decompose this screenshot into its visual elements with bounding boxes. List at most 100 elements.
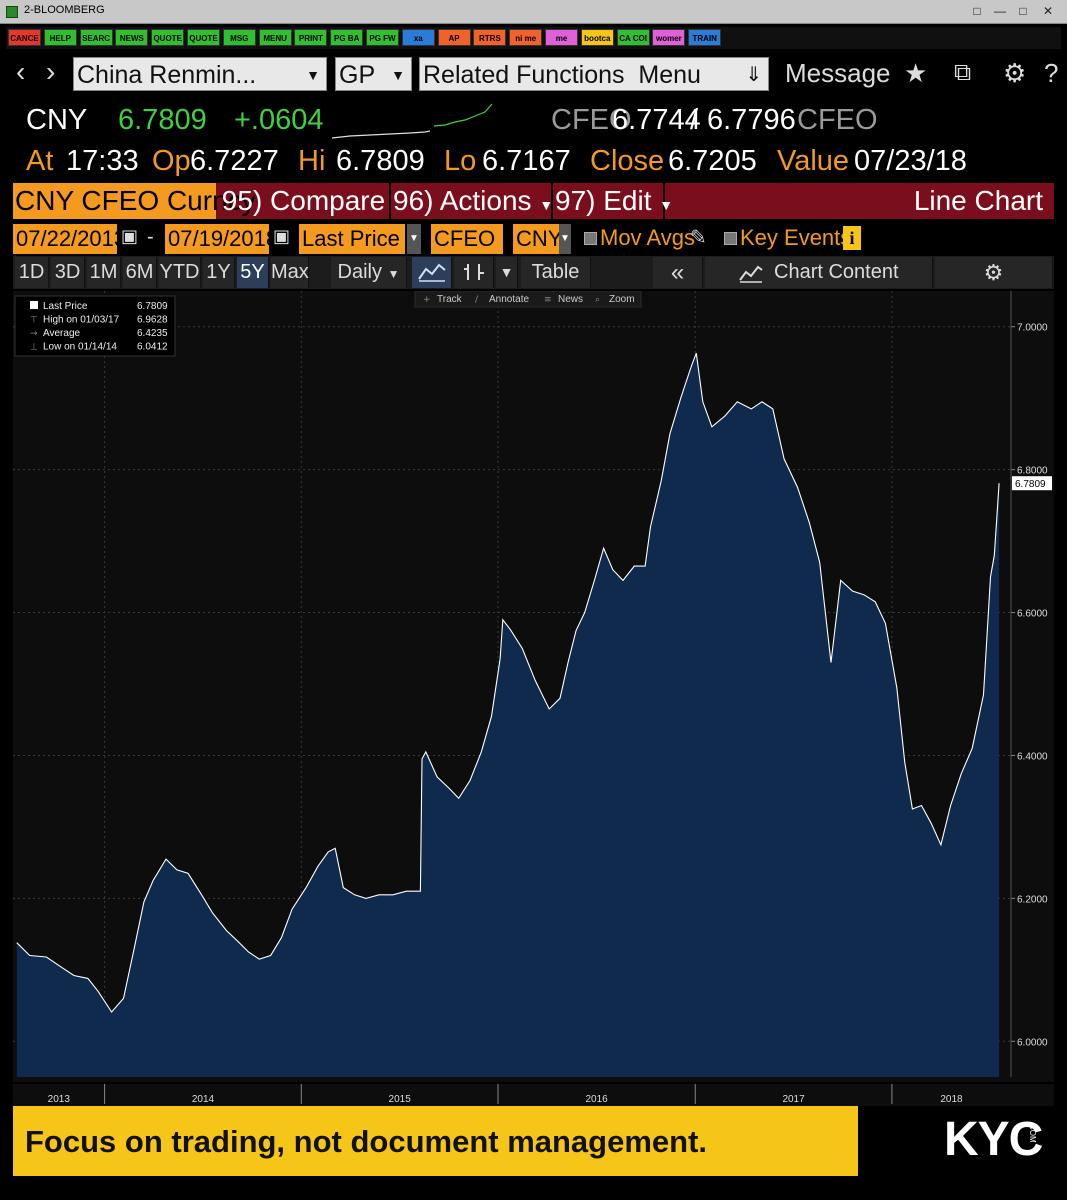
chart-tool-track[interactable]: Track: [437, 294, 463, 305]
maximize-icon[interactable]: □: [1013, 2, 1033, 20]
low-label: Lo: [444, 145, 477, 177]
mov-avgs-checkbox[interactable]: [584, 232, 597, 245]
launchpad-button[interactable]: ni me: [509, 29, 543, 46]
end-date-field[interactable]: 07/19/2018: [165, 224, 278, 254]
pencil-icon[interactable]: ✎: [690, 225, 707, 250]
launchpad-button[interactable]: MSG: [222, 29, 256, 46]
chart-content-label: Chart Content: [774, 261, 899, 283]
export-icon[interactable]: ⧉: [954, 59, 971, 87]
price-chart[interactable]: 6.0000 6.2000 6.4000 6.6000 6.8000 7.0000 6.78…: [13, 290, 1054, 1082]
security-dropdown[interactable]: China Renmin... ▼: [73, 57, 327, 91]
time-label: At: [26, 145, 54, 177]
launchpad-button[interactable]: womer: [652, 29, 686, 46]
y-tick-label: 6.2000: [1017, 894, 1048, 905]
key-events-checkbox[interactable]: [724, 232, 737, 245]
frequency-dropdown[interactable]: Daily ▼: [331, 257, 407, 288]
currency-dropdown[interactable]: CNY: [513, 224, 562, 254]
chevron-down-icon: ▼: [387, 267, 400, 281]
chart-settings-gear-icon[interactable]: ⚙: [935, 257, 1053, 288]
chart-content-button[interactable]: Chart Content: [705, 257, 933, 288]
quote-line-2: At 17:33 Op 6.7227 Hi 6.7809 Lo 6.7167 C…: [0, 139, 1067, 183]
chart-tool-icon[interactable]: +: [423, 295, 431, 305]
collapse-left-icon[interactable]: «: [653, 257, 703, 288]
legend-label: Low on 01/14/14: [43, 342, 117, 353]
bar-chart-mode-button[interactable]: [454, 257, 494, 288]
ohlc-bars-icon: [463, 264, 484, 280]
legend-value: 6.0412: [137, 342, 168, 353]
chart-tool-icon[interactable]: ⌕: [595, 295, 600, 305]
x-axis: 2013 2014 2015 2016 2017 2018: [13, 1084, 1054, 1106]
period-tab[interactable]: 3D: [51, 257, 85, 288]
calendar-icon[interactable]: ▣: [273, 226, 290, 247]
related-functions-menu[interactable]: Related Functions Menu ⇓: [419, 57, 769, 91]
table-button[interactable]: Table: [521, 257, 591, 288]
chart-tool-annotate[interactable]: Annotate: [489, 294, 529, 305]
window-title: 2-BLOOMBERG: [24, 4, 105, 16]
x-tick-label: 2018: [940, 1094, 963, 1105]
ad-banner[interactable]: Focus on trading, not document managemen…: [13, 1106, 858, 1176]
app-icon: [6, 6, 18, 18]
launchpad-button[interactable]: PRINT: [294, 29, 328, 46]
back-arrow-icon[interactable]: ‹: [16, 56, 25, 88]
last-price: 6.7809: [118, 104, 207, 136]
chevron-down-icon[interactable]: ▼: [559, 224, 571, 254]
launchpad-button[interactable]: CANCE: [8, 29, 41, 46]
help-icon[interactable]: ?: [1044, 58, 1058, 89]
period-tab[interactable]: 1D: [15, 257, 49, 288]
calendar-icon[interactable]: ▣: [121, 226, 138, 247]
compare-button[interactable]: 95) Compare: [218, 183, 391, 219]
field-dropdown[interactable]: Last Price: [299, 224, 405, 254]
launchpad-button[interactable]: bootca: [580, 29, 614, 46]
high-value: 6.7809: [336, 145, 425, 177]
launchpad-button[interactable]: xa: [401, 29, 435, 46]
launchpad-button[interactable]: PG FW: [366, 29, 399, 46]
source-field[interactable]: CFEO: [431, 224, 503, 254]
chevron-down-icon[interactable]: ▼: [407, 224, 421, 254]
x-tick-label: 2016: [585, 1094, 608, 1105]
minimize-icon[interactable]: —: [990, 2, 1010, 20]
launchpad-button[interactable]: HELP: [43, 29, 77, 46]
legend-marker: →: [30, 329, 38, 339]
close-icon[interactable]: ✕: [1038, 2, 1058, 20]
launchpad-button[interactable]: QUOTE: [151, 29, 185, 46]
launchpad-button[interactable]: MENU: [258, 29, 292, 46]
caret-down-icon: ▼: [659, 197, 674, 213]
legend-marker: ⊤: [30, 316, 38, 326]
launchpad-button[interactable]: QUOTE: [187, 29, 220, 46]
launchpad-button[interactable]: PG BA: [330, 29, 364, 46]
launchpad-button[interactable]: TRAIN: [688, 29, 722, 46]
double-chevron-down-icon: ⇓: [745, 64, 762, 86]
period-tab[interactable]: 5Y: [237, 257, 269, 288]
launchpad-button[interactable]: CA COI: [616, 29, 650, 46]
period-tab[interactable]: 1M: [87, 257, 121, 288]
chart-tool-icon[interactable]: ≡: [544, 295, 552, 305]
period-tab[interactable]: 1Y: [203, 257, 235, 288]
period-tab[interactable]: 6M: [123, 257, 157, 288]
info-icon[interactable]: i: [843, 226, 861, 250]
launchpad-button[interactable]: RTRS: [473, 29, 507, 46]
period-tab[interactable]: YTD: [159, 257, 201, 288]
launchpad-button[interactable]: AP: [437, 29, 471, 46]
edit-button[interactable]: 97) Edit ▼: [555, 183, 673, 219]
restore-down-icon[interactable]: □: [967, 2, 987, 20]
gear-icon[interactable]: ⚙: [1003, 58, 1026, 89]
message-button[interactable]: Message: [785, 58, 891, 89]
legend-label: High on 01/03/17: [43, 315, 120, 326]
chart-controls-row: 07/22/2013 ▣ - 07/19/2018 ▣ Last Price ▼…: [13, 222, 1054, 254]
function-value: GP: [339, 61, 376, 89]
y-tick-label: 6.8000: [1017, 466, 1048, 477]
line-chart-mode-button[interactable]: [412, 257, 452, 288]
forward-arrow-icon[interactable]: ›: [46, 56, 55, 88]
launchpad-button[interactable]: me: [545, 29, 578, 46]
start-date-field[interactable]: 07/22/2013: [13, 224, 126, 254]
chart-tool-news[interactable]: News: [558, 294, 583, 305]
chart-tool-zoom[interactable]: Zoom: [609, 294, 635, 305]
launchpad-button[interactable]: SEARC: [79, 29, 113, 46]
period-tab[interactable]: Max: [271, 257, 309, 288]
function-dropdown[interactable]: GP ▼: [335, 57, 412, 91]
launchpad-button[interactable]: NEWS: [115, 29, 149, 46]
actions-button[interactable]: 96) Actions ▼: [393, 183, 553, 219]
star-icon[interactable]: ★: [904, 58, 927, 89]
low-value: 6.7167: [482, 145, 571, 177]
chevron-down-icon[interactable]: ▼: [496, 257, 518, 288]
